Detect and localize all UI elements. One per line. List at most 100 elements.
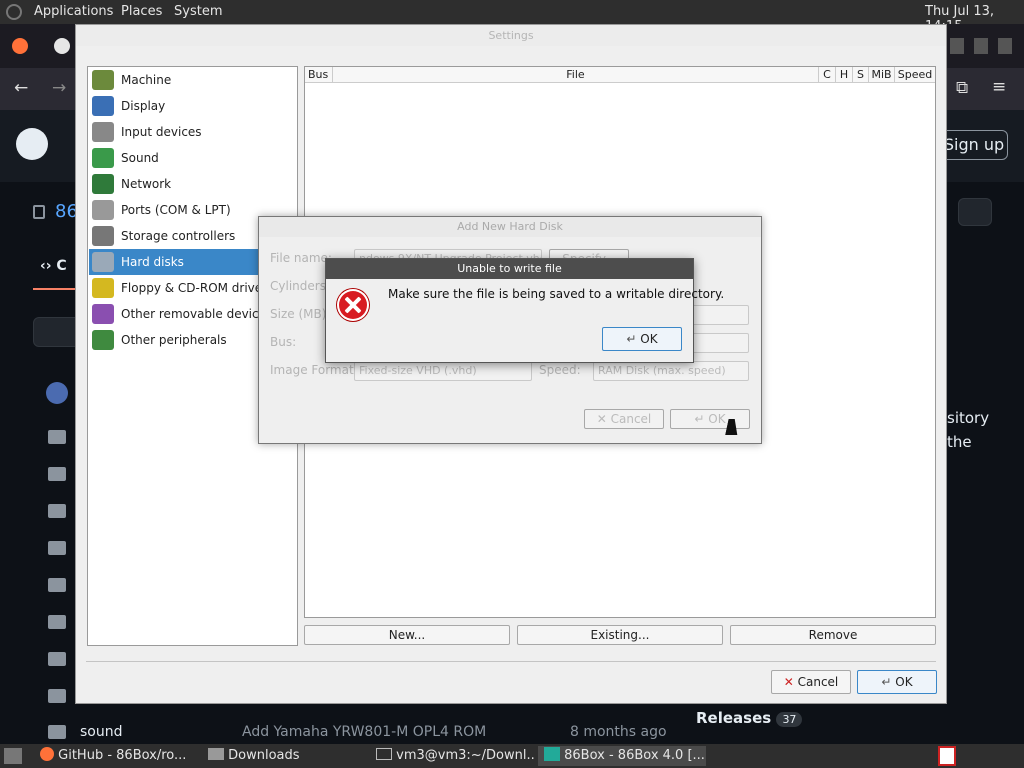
divider [86,661,936,662]
applications-menu[interactable]: Applications [34,4,113,19]
storage-icon [92,226,114,246]
add-hd-title: Add New Hard Disk [259,217,761,237]
category-label: Display [121,99,166,113]
remove-disk-button[interactable]: Remove [730,625,936,645]
category-network[interactable]: Network [89,171,296,197]
workspace-switcher-icon[interactable] [938,746,956,766]
releases-label: Releases [696,709,772,727]
taskbar-label: Downloads [228,748,300,763]
column-file[interactable]: File [333,67,819,83]
display-icon [92,96,114,116]
settings-title: Settings [76,25,946,46]
add-hd-ok-label: OK [708,412,726,426]
ports-icon [92,200,114,220]
window-controls-icon[interactable] [950,38,1014,54]
tab-underline [33,288,77,290]
speaker-icon [92,148,114,168]
ok-icon: ↵ [881,675,892,689]
chip-icon [92,330,114,350]
taskbar-label: vm3@vm3:~/Downl... [396,748,536,763]
image-format-dropdown[interactable]: Fixed-size VHD (.vhd) [354,361,532,381]
code-tab[interactable]: ‹› C [40,258,67,274]
category-sound[interactable]: Sound [89,145,296,171]
taskbar: GitHub - 86Box/ro... Downloads vm3@vm3:~… [0,744,1024,768]
distro-logo-icon[interactable] [6,4,22,20]
firefox-icon[interactable] [12,38,28,54]
show-desktop-icon[interactable] [4,748,22,764]
folder-icon [48,541,66,555]
add-hd-cancel-button[interactable]: ✕ Cancel [584,409,664,429]
category-label: Network [121,177,172,191]
code-icon: ‹› [40,258,52,274]
github-tab-icon[interactable] [54,38,70,54]
taskbar-item-86box[interactable]: 86Box - 86Box 4.0 [... [538,746,706,766]
settings-cancel-button[interactable]: ✕ Cancel [771,670,851,694]
folder-icon [48,689,66,703]
dropdown-button[interactable] [958,198,992,226]
error-ok-button[interactable]: ↵ OK [602,327,682,351]
settings-cancel-label: Cancel [797,675,839,689]
folder-icon [48,504,66,518]
firefox-icon [40,747,54,761]
file-name-label: File name: [270,251,332,265]
column-c[interactable]: C [819,67,836,83]
error-message: Make sure the file is being saved to a w… [388,287,725,301]
taskbar-label: GitHub - 86Box/ro... [58,748,187,763]
category-label: Storage controllers [121,229,236,243]
harddisk-icon [92,252,114,272]
github-logo-icon[interactable] [16,128,48,160]
back-arrow-icon[interactable]: ← [14,78,28,98]
taskbar-item-downloads[interactable]: Downloads [202,746,362,766]
new-disk-button[interactable]: New... [304,625,510,645]
extensions-icon[interactable]: ⧉ [956,78,968,98]
category-label: Other peripherals [121,333,227,347]
existing-disk-button[interactable]: Existing... [517,625,723,645]
folder-icon [48,430,66,444]
top-panel: Applications Places System Thu Jul 13, 1… [0,0,1024,34]
menu-icon[interactable]: ≡ [992,77,1006,97]
file-row-age: 8 months ago [570,724,667,740]
category-machine[interactable]: Machine [89,67,296,93]
places-menu[interactable]: Places [121,4,162,19]
file-row-name[interactable]: sound [80,724,123,740]
image-format-label: Image Format: [270,363,358,377]
category-label: Ports (COM & LPT) [121,203,231,217]
removable-icon [92,304,114,324]
terminal-icon [376,748,392,760]
category-label: Hard disks [121,255,184,269]
taskbar-item-github[interactable]: GitHub - 86Box/ro... [34,746,194,766]
speed-dropdown[interactable]: RAM Disk (max. speed) [593,361,749,381]
column-bus[interactable]: Bus [305,67,333,83]
error-dialog: Unable to write file Make sure the file … [325,258,724,363]
taskbar-label: 86Box - 86Box 4.0 [... [564,748,705,763]
releases-count-badge: 37 [776,712,803,727]
machine-icon [92,70,114,90]
taskbar-item-terminal[interactable]: vm3@vm3:~/Downl... [370,746,536,766]
cancel-icon: ✕ [783,675,794,689]
category-label: Sound [121,151,159,165]
category-display[interactable]: Display [89,93,296,119]
column-h[interactable]: H [836,67,853,83]
ok-icon: ↵ [626,332,637,346]
size-label: Size (MB): [270,307,331,321]
network-icon [92,174,114,194]
forward-arrow-icon[interactable]: → [52,78,66,98]
column-speed[interactable]: Speed [895,67,935,83]
category-input-devices[interactable]: Input devices [89,119,296,145]
commit-avatar [46,382,68,404]
error-ok-label: OK [640,332,658,346]
error-icon [337,289,369,321]
settings-ok-button[interactable]: ↵ OK [857,670,937,694]
column-mib[interactable]: MiB [869,67,895,83]
error-title: Unable to write file [326,259,693,279]
ok-icon: ↵ [694,412,705,426]
signup-button[interactable]: Sign up [940,130,1008,160]
86box-icon [544,747,560,761]
system-menu[interactable]: System [174,4,222,19]
cylinders-label: Cylinders: [270,279,330,293]
column-s[interactable]: S [853,67,869,83]
file-row-message[interactable]: Add Yamaha YRW801-M OPL4 ROM [242,724,486,740]
code-tab-label: C [56,258,67,274]
folder-icon [208,748,224,760]
releases-heading[interactable]: Releases 37 [696,709,803,727]
